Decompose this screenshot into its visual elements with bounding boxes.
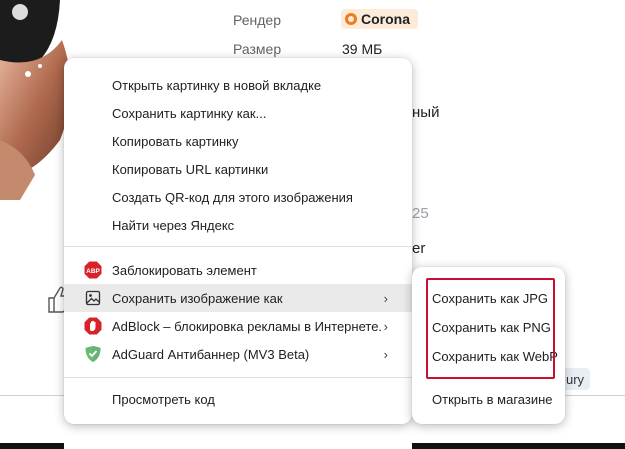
- obscured-text-fragment-2: er: [412, 240, 426, 257]
- chevron-right-icon: ›: [383, 290, 388, 306]
- menu-item-create-qr-code[interactable]: Создать QR-код для этого изображения: [64, 183, 412, 211]
- menu-item-label: Найти через Яндекс: [112, 217, 235, 233]
- menu-item-copy-image[interactable]: Копировать картинку: [64, 127, 412, 155]
- size-label: Размер: [233, 41, 282, 57]
- menu-item-copy-image-url[interactable]: Копировать URL картинки: [64, 155, 412, 183]
- menu-item-label: Копировать URL картинки: [112, 161, 269, 177]
- menu-item-label: Просмотреть код: [112, 391, 215, 407]
- corona-icon: [345, 13, 357, 25]
- menu-item-label: Сохранить изображение как: [112, 290, 283, 306]
- image-icon: [84, 289, 102, 307]
- menu-item-label: Создать QR-код для этого изображения: [112, 189, 353, 205]
- adguard-shield-icon: [84, 345, 102, 363]
- menu-item-block-element[interactable]: ABP Заблокировать элемент: [64, 256, 412, 284]
- menu-item-label: Заблокировать элемент: [112, 262, 257, 278]
- menu-item-label: Сохранить картинку как...: [112, 105, 267, 121]
- menu-item-open-image-new-tab[interactable]: Открыть картинку в новой вкладке: [64, 71, 412, 99]
- render-value-badge[interactable]: Corona: [341, 9, 418, 29]
- submenu-item-open-store[interactable]: Открыть в магазине: [432, 392, 553, 407]
- menu-item-label: AdBlock – блокировка рекламы в Интернете…: [112, 318, 383, 334]
- footer-bar-left: [0, 443, 64, 449]
- obscured-number-fragment: 25: [412, 205, 429, 222]
- menu-item-save-image-as[interactable]: Сохранить картинку как...: [64, 99, 412, 127]
- menu-item-search-yandex[interactable]: Найти через Яндекс: [64, 211, 412, 239]
- chevron-right-icon: ›: [383, 346, 388, 362]
- menu-item-inspect[interactable]: Просмотреть код: [64, 385, 412, 413]
- menu-item-label: Открыть картинку в новой вкладке: [112, 77, 322, 93]
- menu-separator: [64, 377, 412, 378]
- adblock-hand-icon: [84, 317, 102, 335]
- menu-item-label: AdGuard Антибаннер (MV3 Beta): [112, 346, 310, 362]
- menu-item-adblock[interactable]: AdBlock – блокировка рекламы в Интернете…: [64, 312, 412, 340]
- abp-icon-text: ABP: [86, 268, 100, 275]
- context-menu: Открыть картинку в новой вкладке Сохрани…: [64, 58, 412, 424]
- chevron-right-icon: ›: [383, 318, 388, 334]
- menu-item-label: Копировать картинку: [112, 133, 239, 149]
- menu-separator: [64, 246, 412, 247]
- render-value: Corona: [361, 11, 410, 27]
- highlight-box: [426, 278, 555, 379]
- footer-bar: [412, 443, 625, 449]
- render-label: Рендер: [233, 12, 281, 28]
- menu-item-save-image-format[interactable]: Сохранить изображение как ›: [64, 284, 412, 312]
- menu-item-adguard[interactable]: AdGuard Антибаннер (MV3 Beta) ›: [64, 340, 412, 368]
- obscured-text-fragment: ный: [412, 104, 440, 121]
- size-value: 39 МБ: [342, 41, 383, 57]
- abp-icon: ABP: [84, 261, 102, 279]
